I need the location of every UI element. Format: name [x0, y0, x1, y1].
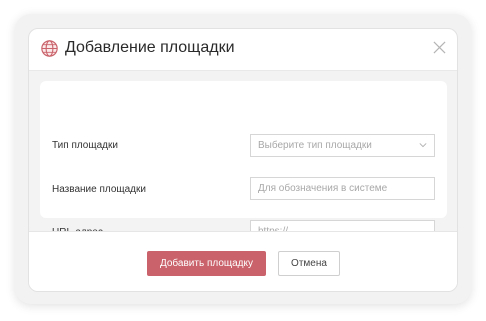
site-type-label: Тип площадки — [52, 140, 118, 151]
add-site-button[interactable]: Добавить площадку — [147, 251, 266, 276]
dialog-body: Тип площадки Выберите тип площадки Назва… — [29, 71, 457, 243]
site-name-label: Название площадки — [52, 184, 146, 195]
close-icon[interactable] — [433, 41, 446, 54]
site-type-placeholder: Выберите тип площадки — [258, 140, 372, 151]
cancel-button[interactable]: Отмена — [278, 251, 340, 276]
dialog-footer: Добавить площадку Отмена — [29, 231, 457, 291]
site-name-input[interactable] — [250, 177, 435, 200]
form-panel: Тип площадки Выберите тип площадки Назва… — [40, 81, 447, 243]
site-type-select[interactable]: Выберите тип площадки — [250, 134, 435, 157]
dialog-title: Добавление площадки — [65, 39, 235, 56]
dialog-header: Добавление площадки — [29, 29, 457, 71]
add-site-dialog: Добавление площадки Тип площадки Выберит… — [28, 28, 458, 292]
chevron-down-icon — [419, 143, 427, 148]
globe-icon — [41, 40, 58, 57]
